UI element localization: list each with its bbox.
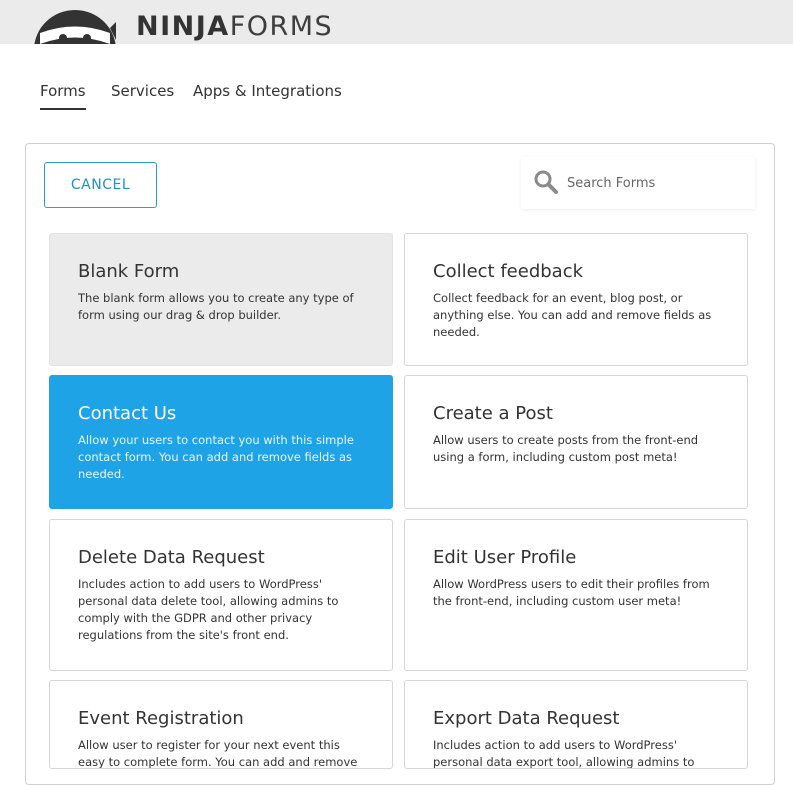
template-card-event-registration[interactable]: Event Registration Allow user to registe… [49, 680, 393, 769]
card-title: Blank Form [78, 261, 180, 282]
logo-light-text: FORMS [229, 11, 334, 42]
tab-apps-integrations[interactable]: Apps & Integrations [193, 80, 342, 102]
card-description: Includes action to add users to WordPres… [78, 577, 339, 642]
cancel-button[interactable]: CANCEL [44, 162, 157, 208]
card-title: Create a Post [433, 403, 553, 424]
card-description: Collect feedback for an event, blog post… [433, 291, 712, 339]
template-card-delete-data-request[interactable]: Delete Data Request Includes action to a… [49, 519, 393, 671]
card-description: The blank form allows you to create any … [78, 291, 354, 322]
search-box [521, 157, 755, 209]
card-title: Edit User Profile [433, 547, 577, 568]
search-icon [534, 170, 558, 194]
template-card-export-data-request[interactable]: Export Data Request Includes action to a… [404, 680, 748, 769]
card-title: Delete Data Request [78, 547, 265, 568]
template-card-create-a-post[interactable]: Create a Post Allow users to create post… [404, 375, 748, 509]
card-description: Allow users to create posts from the fro… [433, 433, 699, 464]
card-title: Contact Us [78, 403, 177, 424]
tab-services[interactable]: Services [111, 80, 174, 102]
ninja-head-icon [34, 10, 116, 44]
template-card-edit-user-profile[interactable]: Edit User Profile Allow WordPress users … [404, 519, 748, 671]
logo-bold-text: NINJA [136, 11, 230, 42]
app-header: NINJAFORMS [0, 0, 793, 44]
card-title: Collect feedback [433, 261, 584, 282]
tab-forms[interactable]: Forms [40, 80, 86, 110]
card-description: Allow user to register for your next eve… [78, 738, 358, 769]
template-card-collect-feedback[interactable]: Collect feedback Collect feedback for an… [404, 233, 748, 366]
card-title: Event Registration [78, 708, 244, 729]
template-card-contact-us[interactable]: Contact Us Allow your users to contact y… [49, 375, 393, 509]
card-description: Allow WordPress users to edit their prof… [433, 577, 710, 608]
card-title: Export Data Request [433, 708, 620, 729]
brand-logo-text: NINJAFORMS [136, 10, 333, 44]
search-input[interactable] [567, 171, 737, 195]
template-card-blank-form[interactable]: Blank Form The blank form allows you to … [49, 233, 393, 366]
card-description: Allow your users to contact you with thi… [78, 433, 354, 481]
card-description: Includes action to add users to WordPres… [433, 738, 695, 769]
